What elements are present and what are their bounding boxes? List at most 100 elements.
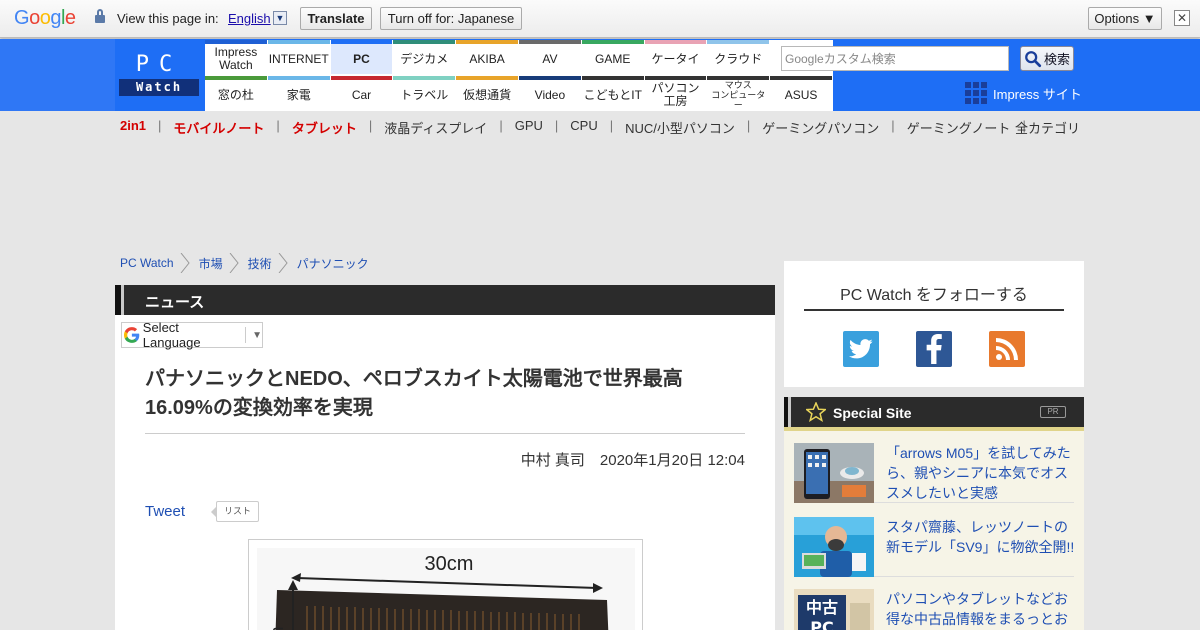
language-dropdown-icon[interactable]: ▼ [273,11,287,25]
nav-item[interactable]: デジカメ [393,40,456,74]
separator: | [891,118,895,133]
facebook-icon [926,334,942,364]
subnav-item[interactable]: ゲーミングノート [907,118,1011,136]
site-nav: Impress Watch INTERNET PC デジカメ AKIBA AV GAME ケー… [205,40,833,111]
nav-item[interactable]: ASUS [770,76,832,110]
turn-off-translate-button[interactable]: Turn off for: Japanese [380,7,522,30]
subnav-item[interactable]: CPU [570,118,597,134]
chevron-right-icon [278,253,288,273]
grid-icon [965,82,987,104]
special-site-title: Special Site [833,405,912,421]
thumbnail-image [794,443,874,503]
nav-item[interactable]: クラウド [707,40,770,74]
star-icon [806,402,826,422]
special-item-text: パソコンやタブレットなどお得な中古品情報をまるっとお [886,591,1068,627]
divider [145,433,745,434]
nav-item[interactable]: 仮想通貨 [456,76,518,110]
special-site-box: Special Site PR 「arrows M05」を試してみたら、親やシニ… [784,397,1084,630]
chevron-right-icon [229,253,239,273]
section-header: ニュース [115,285,775,315]
nav-item[interactable]: AV [519,40,581,74]
follow-title: PC Watch をフォローする [840,287,1028,304]
nav-item[interactable]: PC [330,40,393,74]
nav-item[interactable]: トラベル [393,76,456,110]
language-link[interactable]: English [228,11,271,26]
separator: | [499,118,503,133]
divider [804,309,1064,311]
follow-box: PC Watch をフォローする [784,261,1084,387]
separator: | [368,118,373,133]
article-headline: パナソニックとNEDO、ペロブスカイト太陽電池で世界最高 16.09%の変換効率… [145,368,683,419]
subnav-item[interactable]: NUC/小型パソコン [625,118,735,136]
tweet-link[interactable]: Tweet [145,503,185,520]
impress-site-link[interactable]: Impress サイト [965,82,1082,104]
article-byline: 中村 真司 2020年1月20日 12:04 [520,452,745,469]
special-item[interactable]: 中古 PC パソコンやタブレットなどお得な中古品情報をまるっとお [794,583,1074,630]
breadcrumb-item[interactable]: 技術 [248,255,272,272]
thumbnail-logo-text: 中古 PC [806,598,838,630]
chevron-right-icon [180,253,190,273]
figure-side-label: m [267,627,287,630]
breadcrumb-item[interactable]: パナソニック [297,255,369,272]
nav-item[interactable]: 窓の杜 [205,76,267,110]
subnav-item[interactable]: 液晶ディスプレイ [384,118,487,136]
facebook-button[interactable] [916,331,952,367]
view-page-in-label: View this page in: [117,11,219,26]
pr-badge: PR [1040,406,1066,418]
subnav-item[interactable]: GPU [515,118,543,134]
nav-item[interactable]: INTERNET [267,40,330,74]
google-g-icon [124,327,140,343]
category-subnav: 2in1 | モバイルノート | タブレット | 液晶ディスプレイ | GPU | CPU | NUC/… [120,118,1038,136]
separator: | [276,118,280,133]
nav-item[interactable]: GAME [581,40,644,74]
special-item[interactable]: 「arrows M05」を試してみたら、親やシニアに本気でオススメしたいと実感 [794,437,1074,503]
nav-item[interactable]: パソコン 工房 [644,76,707,110]
separator: | [158,118,162,133]
nav-item[interactable]: Impress Watch [205,40,267,74]
nav-item[interactable]: Video [519,76,581,110]
twitter-icon [849,339,873,359]
nav-item[interactable]: 家電 [267,76,330,110]
thumbnail-image [794,517,874,577]
subnav-item[interactable]: ゲーミングパソコン [762,118,879,136]
special-item-text: スタパ齋藤、レッツノートの新モデル「SV9」に物欲全開!! [886,519,1075,555]
special-item[interactable]: スタパ齋藤、レッツノートの新モデル「SV9」に物欲全開!! [794,511,1074,577]
breadcrumb: PC Watch 市場 技術 パナソニック [120,253,369,273]
article-figure[interactable]: 30cm [248,539,643,630]
special-site-header: Special Site PR [784,397,1084,427]
nav-item[interactable]: マウス コンピューター [707,76,770,110]
pc-watch-logo[interactable]: PC Watch [119,52,199,96]
dropdown-arrow-icon: ▼ [252,329,262,341]
breadcrumb-item[interactable]: 市場 [199,255,223,272]
thumbnail-image: 中古 PC [794,589,874,630]
all-categories-link[interactable]: 全カテゴリ [1015,118,1080,137]
article-main: ニュース Select Language ▼ パナソニックとNEDO、ペロブスカ… [115,285,775,630]
rss-button[interactable] [989,331,1025,367]
nav-item[interactable]: こどもとIT [581,76,644,110]
translate-button[interactable]: Translate [300,7,372,30]
subnav-item[interactable]: モバイルノート [173,118,264,136]
google-logo: Google [14,7,76,29]
nav-item[interactable]: Car [330,76,393,110]
separator: | [554,118,559,133]
subnav-item[interactable]: タブレット [292,118,357,136]
search-input[interactable] [781,46,1009,71]
search-icon [1025,50,1042,67]
subnav-item[interactable]: 2in1 [120,118,146,134]
special-item-text: 「arrows M05」を試してみたら、親やシニアに本気でオススメしたいと実感 [886,445,1071,501]
list-badge[interactable]: リスト [211,501,259,522]
nav-item[interactable]: ケータイ [644,40,707,74]
close-icon[interactable]: ✕ [1174,10,1190,26]
separator: | [609,118,614,133]
google-translate-bar: Google View this page in: English ▼ Tran… [0,0,1200,38]
twitter-button[interactable] [843,331,879,367]
nav-item[interactable]: AKIBA [456,40,518,74]
figure-dimension-label: 30cm [425,553,474,575]
solar-cell-image: 30cm [267,553,609,630]
select-language-dropdown[interactable]: Select Language ▼ [121,320,263,350]
breadcrumb-item[interactable]: PC Watch [120,256,174,270]
separator: | [746,118,751,133]
options-button[interactable]: Options ▼ [1088,7,1162,30]
rss-icon [996,338,1018,360]
search-button[interactable]: 検索 [1020,46,1074,71]
